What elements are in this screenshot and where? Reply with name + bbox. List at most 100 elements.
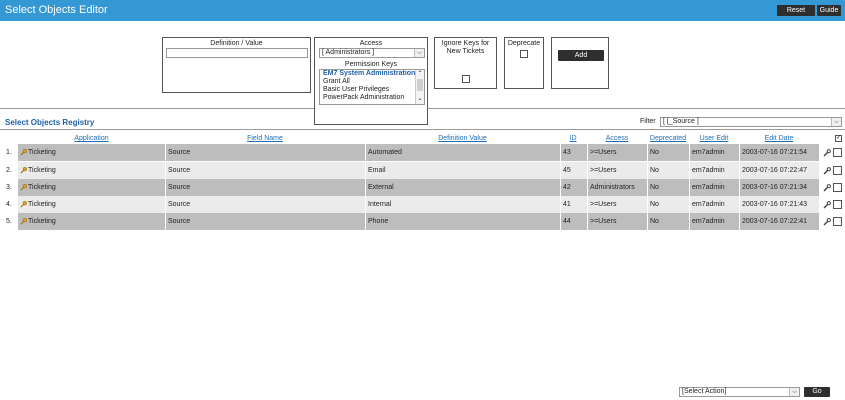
cell-id: 41 [563,201,571,208]
cell-user-edit: em7admin [692,218,725,225]
ignore-keys-label: Ignore Keys for New Tickets [441,40,490,55]
definition-label: Definition / Value [210,40,263,47]
add-box: Add [551,37,609,89]
row-number: 5. [6,218,12,225]
go-button[interactable]: Go [804,387,830,397]
deprecate-label: Deprecate [507,40,541,47]
column-header-user-edit[interactable]: User Edit [689,135,739,142]
cell-user-edit: em7admin [692,184,725,191]
cell-id: 44 [563,218,571,225]
column-header-field-name[interactable]: Field Name [165,135,365,142]
cell-access: >=Users [590,167,617,174]
cell-edit-date: 2003-07-16 07:21:43 [742,201,807,208]
cell-field-name: Source [168,167,191,174]
cell-edit-date: 2003-07-16 07:21:34 [742,184,807,191]
cell-access: >=Users [590,149,617,156]
action-select-value: [Select Action] [682,388,727,395]
row-number: 2. [6,167,12,174]
title-bar: Select Objects Editor Reset Guide [0,0,845,21]
wrench-icon[interactable] [823,184,831,192]
deprecate-checkbox[interactable] [520,50,528,58]
access-box: Access [ Administrators ] ⌵ Permission K… [314,37,428,125]
wrench-icon[interactable] [823,167,831,175]
column-header-edit-date[interactable]: Edit Date [739,135,819,142]
wrench-icon[interactable] [823,201,831,209]
reset-button[interactable]: Reset [777,5,815,16]
cell-definition-value: External [368,184,394,191]
cell-field-name: Source [168,218,191,225]
deprecate-box: Deprecate [504,37,544,89]
scroll-down-icon[interactable]: ⌄ [416,95,424,103]
cell-deprecated: No [650,184,659,191]
chevron-down-icon: ⌵ [831,118,841,126]
cell-deprecated: No [650,201,659,208]
cell-access: >=Users [590,218,617,225]
cell-application: Ticketing [28,218,56,225]
table-row[interactable]: 4. Ticketing Source Internal 41 >=Users … [0,196,845,213]
row-number: 4. [6,201,12,208]
ignore-keys-checkbox[interactable] [462,75,470,83]
cell-application: Ticketing [28,149,56,156]
table-row[interactable]: 5. Ticketing Source Phone 44 >=Users No … [0,213,845,230]
editor-form: Definition / Value Access [ Administrato… [0,21,845,125]
wrench-icon[interactable] [823,149,831,157]
permission-keys-list[interactable]: EM7 System Administration Grant All Basi… [319,69,425,105]
definition-box: Definition / Value [162,37,311,93]
permission-key-option[interactable]: Grant All [320,78,424,86]
row-number: 3. [6,184,12,191]
scroll-thumb[interactable] [417,79,423,91]
scroll-up-icon[interactable]: ⌃ [416,70,424,78]
list-scrollbar[interactable]: ⌃ ⌄ [415,70,424,104]
permission-key-option[interactable]: EM7 System Administration [320,70,424,78]
row-checkbox[interactable] [833,166,842,175]
access-select-value: [ Administrators ] [322,49,375,56]
chevron-down-icon: ⌵ [789,388,799,396]
chevron-down-icon: ⌵ [414,49,424,57]
filter-select[interactable]: [ [_Source ] ⌵ [660,117,842,127]
guide-button[interactable]: Guide [817,5,841,16]
column-header-definition-value[interactable]: Definition Value [365,135,560,142]
column-header-deprecated[interactable]: Deprecated [647,135,689,142]
cell-access: >=Users [590,201,617,208]
cell-application: Ticketing [28,184,56,191]
cell-definition-value: Phone [368,218,389,225]
filter-select-value: [ [_Source ] [663,118,699,125]
cell-definition-value: Internal [368,201,392,208]
row-checkbox[interactable] [833,148,842,157]
row-checkbox[interactable] [833,217,842,226]
cell-definition-value: Email [368,167,386,174]
action-select[interactable]: [Select Action] ⌵ [679,387,800,397]
cell-definition-value: Automated [368,149,402,156]
permission-key-option[interactable]: PowerPack Administration [320,94,424,102]
access-select[interactable]: [ Administrators ] ⌵ [319,48,425,58]
definition-input[interactable] [166,48,308,58]
cell-deprecated: No [650,149,659,156]
permission-keys-label: Permission Keys [344,61,398,68]
table-row[interactable]: 2. Ticketing Source Email 45 >=Users No … [0,162,845,179]
row-number: 1. [6,149,12,156]
table-row[interactable]: 3. Ticketing Source External 42 Administ… [0,179,845,196]
column-header-id[interactable]: ID [560,135,586,142]
cell-access: Administrators [590,184,635,191]
column-header-access[interactable]: Access [587,135,647,142]
cell-id: 43 [563,149,571,156]
cell-id: 42 [563,184,571,191]
filter-label: Filter [640,118,656,125]
add-button[interactable]: Add [558,50,604,61]
cell-edit-date: 2003-07-16 07:22:41 [742,218,807,225]
table-row[interactable]: 1. Ticketing Source Automated 43 >=Users… [0,144,845,161]
page-title: Select Objects Editor [5,4,108,16]
row-checkbox[interactable] [833,183,842,192]
cell-deprecated: No [650,218,659,225]
ignore-keys-box: Ignore Keys for New Tickets [434,37,497,89]
row-checkbox[interactable] [833,200,842,209]
wrench-icon[interactable] [823,218,831,226]
select-all-checkbox[interactable]: ✓ [835,135,842,142]
cell-field-name: Source [168,201,191,208]
cell-field-name: Source [168,184,191,191]
cell-edit-date: 2003-07-16 07:22:47 [742,167,807,174]
column-header-application[interactable]: Application [18,135,165,142]
divider [0,129,845,130]
cell-id: 45 [563,167,571,174]
permission-key-option[interactable]: Basic User Privileges [320,86,424,94]
